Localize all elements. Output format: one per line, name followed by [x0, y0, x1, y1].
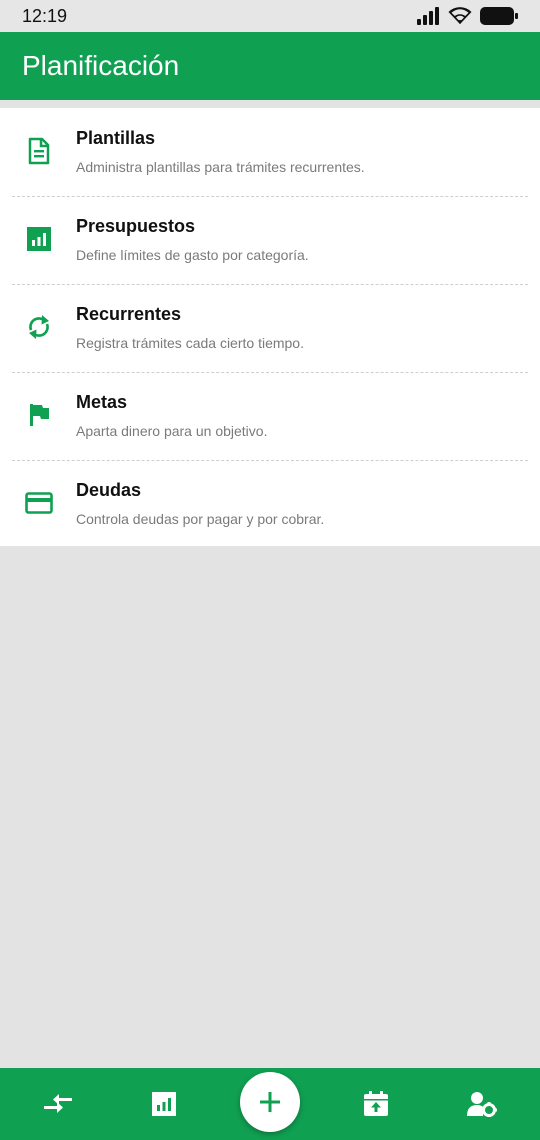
- flag-icon: [24, 400, 54, 430]
- transfer-icon: [44, 1094, 72, 1113]
- item-subtitle: Administra plantillas para trámites recu…: [76, 159, 365, 175]
- item-title: Metas: [76, 392, 128, 412]
- signal-icon: [417, 7, 439, 25]
- calendar-upload-icon: [364, 1091, 388, 1116]
- item-title: Recurrentes: [76, 304, 182, 324]
- item-title: Deudas: [76, 480, 142, 500]
- nav-transfers-button[interactable]: [40, 1086, 76, 1122]
- bar-chart-icon: [152, 1092, 176, 1116]
- battery-icon: [480, 7, 518, 25]
- item-subtitle: Aparta dinero para un objetivo.: [76, 423, 268, 439]
- app-bar: Planificación: [0, 32, 540, 100]
- add-icon: [260, 1092, 280, 1112]
- list-item-presupuestos[interactable]: Presupuestos Define límites de gasto por…: [0, 196, 540, 284]
- refresh-icon: [24, 312, 54, 342]
- page-title: Planificación: [22, 50, 180, 81]
- status-bar: 12:19: [0, 0, 540, 32]
- item-title: Plantillas: [76, 128, 156, 148]
- nav-settings-button[interactable]: [464, 1086, 500, 1122]
- add-transaction-button[interactable]: [240, 1072, 300, 1132]
- nav-scheduled-button[interactable]: [358, 1086, 394, 1122]
- document-icon: [24, 136, 54, 166]
- status-time: 12:19: [22, 5, 68, 26]
- bar-chart-icon: [24, 224, 54, 254]
- list-item-plantillas[interactable]: Plantillas Administra plantillas para tr…: [0, 108, 540, 196]
- wifi-icon: [448, 7, 472, 24]
- planning-list: Plantillas Administra plantillas para tr…: [0, 108, 540, 546]
- list-item-metas[interactable]: Metas Aparta dinero para un objetivo.: [0, 372, 540, 460]
- status-icons: [416, 7, 518, 25]
- item-title: Presupuestos: [76, 216, 196, 236]
- list-item-recurrentes[interactable]: Recurrentes Registra trámites cada ciert…: [0, 284, 540, 372]
- item-subtitle: Registra trámites cada cierto tiempo.: [76, 335, 304, 351]
- item-subtitle: Controla deudas por pagar y por cobrar.: [76, 511, 325, 527]
- list-item-deudas[interactable]: Deudas Controla deudas por pagar y por c…: [0, 460, 540, 548]
- credit-card-icon: [24, 488, 54, 518]
- nav-stats-button[interactable]: [146, 1086, 182, 1122]
- item-subtitle: Define límites de gasto por categoría.: [76, 247, 309, 263]
- user-settings-icon: [467, 1092, 497, 1117]
